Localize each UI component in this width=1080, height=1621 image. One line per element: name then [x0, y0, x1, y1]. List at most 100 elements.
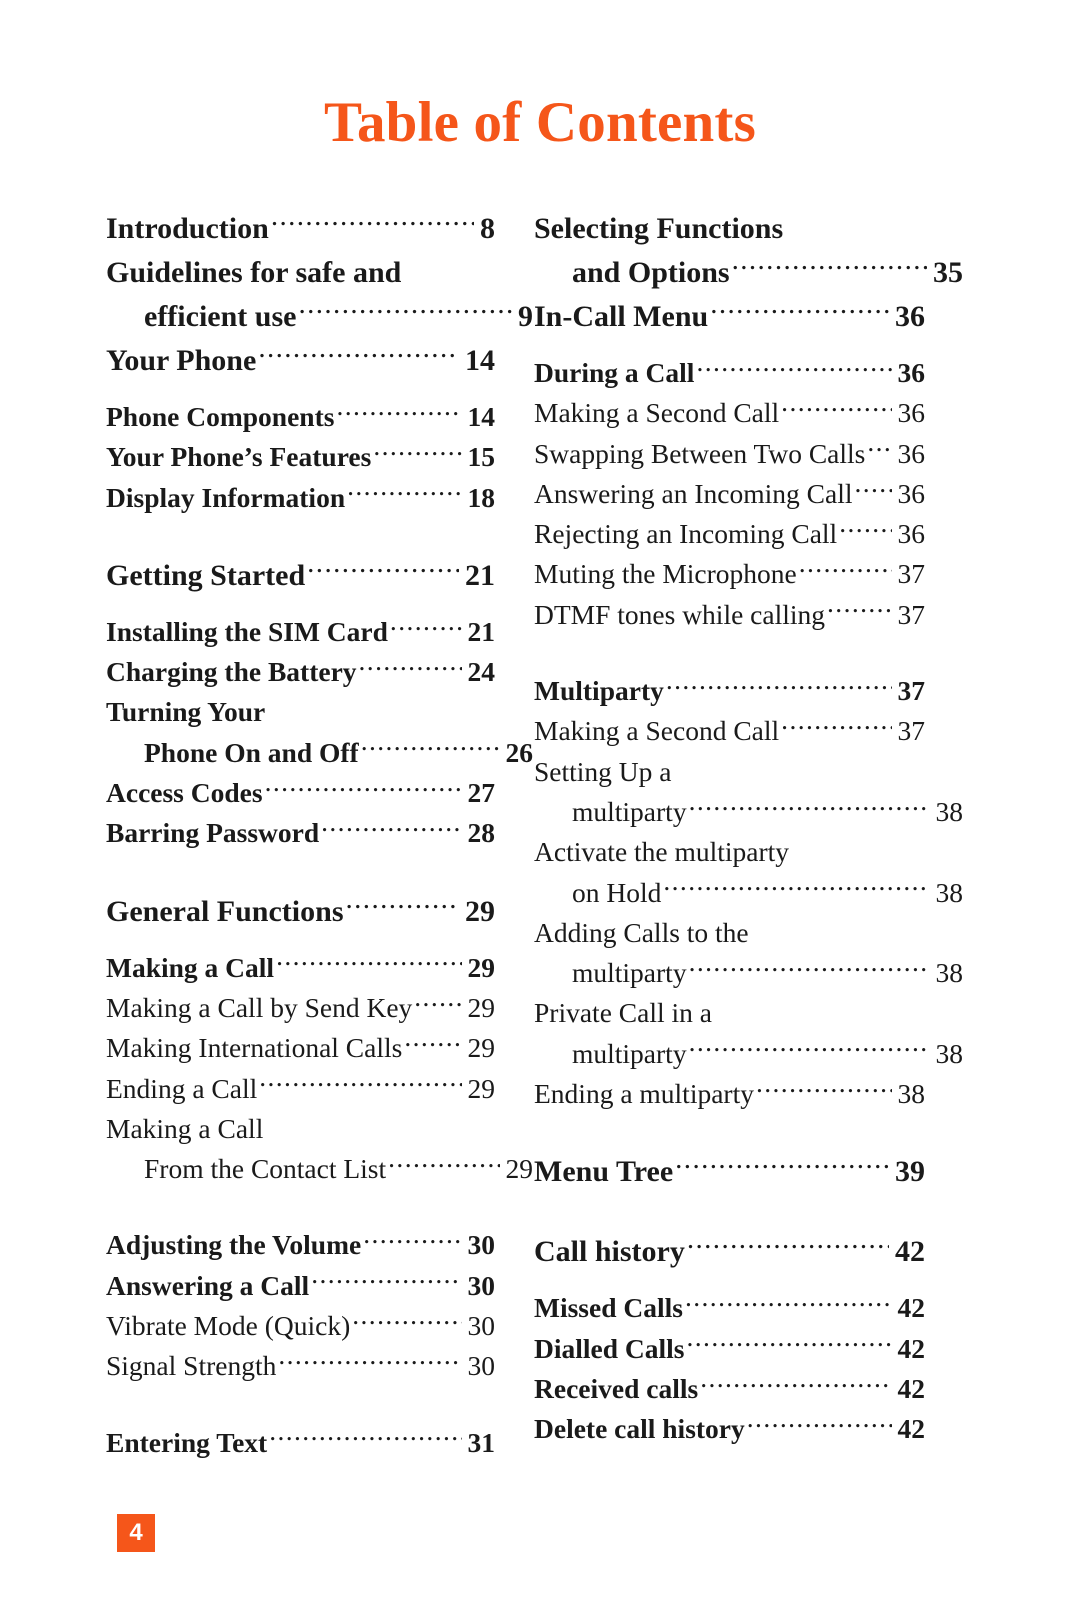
toc-entry[interactable]: Menu Tree 39 — [534, 1150, 925, 1194]
toc-leader-dots — [839, 516, 891, 544]
toc-entry-page-number: 36 — [897, 518, 926, 550]
toc-entry[interactable]: Making a Call by Send Key 29 — [106, 988, 495, 1028]
toc-entry-label: Adjusting the Volume — [106, 1229, 362, 1261]
toc-entry[interactable]: Muting the Microphone 37 — [534, 554, 925, 594]
toc-entry-label: Entering Text — [106, 1426, 268, 1458]
toc-entry[interactable]: Phone Components 14 — [106, 397, 495, 437]
toc-entry[interactable]: Received calls 42 — [534, 1369, 925, 1409]
toc-entry[interactable]: General Functions 29 — [106, 890, 495, 934]
toc-entry[interactable]: Delete call history 42 — [534, 1409, 925, 1449]
toc-entry[interactable]: multiparty 38 — [534, 953, 963, 993]
toc-entry[interactable]: Answering an Incoming Call 36 — [534, 474, 925, 514]
toc-entry-label: multiparty — [572, 795, 687, 827]
toc-entry[interactable]: efficient use9 — [106, 295, 533, 339]
toc-entry[interactable]: Entering Text 31 — [106, 1423, 495, 1463]
toc-entry[interactable]: Answering a Call 30 — [106, 1266, 495, 1306]
toc-entry-label: Making International Calls — [106, 1032, 403, 1064]
toc-leader-dots — [687, 1330, 892, 1358]
toc-entry-label: efficient use — [144, 300, 297, 333]
toc-entry[interactable]: Making a Second Call 37 — [534, 711, 925, 751]
toc-entry[interactable]: Charging the Battery 24 — [106, 652, 495, 692]
toc-entry-label: Activate the multiparty — [534, 836, 790, 868]
toc-entry[interactable]: Adding Calls to the — [534, 913, 925, 953]
toc-entry-label: Ending a multiparty — [534, 1078, 754, 1110]
toc-entry[interactable]: Display Information 18 — [106, 478, 495, 518]
toc-entry-label: Setting Up a — [534, 755, 672, 787]
toc-entry[interactable]: on Hold 38 — [534, 873, 963, 913]
toc-entry[interactable]: Dialled Calls 42 — [534, 1329, 925, 1369]
toc-entry-label: Making a Second Call — [534, 715, 780, 747]
toc-entry-label: Answering a Call — [106, 1269, 310, 1301]
toc-entry[interactable]: Selecting Functions — [534, 207, 925, 251]
toc-leader-dots — [781, 713, 891, 741]
toc-entry-page-number: 42 — [897, 1292, 926, 1324]
toc-entry[interactable]: Barring Password 28 — [106, 813, 495, 853]
toc-entry-page-number: 36 — [897, 437, 926, 469]
toc-entry-page-number: 39 — [895, 1155, 925, 1189]
toc-leader-dots — [663, 874, 929, 902]
toc-entry[interactable]: In-Call Menu 36 — [534, 295, 925, 339]
toc-entry[interactable]: Making a Call — [106, 1109, 495, 1149]
toc-entry[interactable]: Getting Started 21 — [106, 554, 495, 598]
toc-leader-dots — [265, 775, 462, 803]
toc-entry[interactable]: Private Call in a — [534, 993, 925, 1033]
toc-entry[interactable]: Signal Strength 30 — [106, 1346, 495, 1386]
toc-entry-label: Making a Call — [106, 1112, 264, 1144]
toc-entry-page-number: 36 — [897, 397, 926, 429]
toc-entry[interactable]: Activate the multiparty — [534, 832, 925, 872]
toc-entry[interactable]: From the Contact List29 — [106, 1149, 533, 1189]
toc-leader-dots — [689, 1035, 930, 1063]
toc-entry[interactable]: multiparty 38 — [534, 1034, 963, 1074]
toc-leader-dots — [352, 1308, 461, 1336]
toc-entry[interactable]: Call history 42 — [534, 1230, 925, 1274]
toc-entry[interactable]: Making International Calls 29 — [106, 1028, 495, 1068]
toc-entry-label: Installing the SIM Card — [106, 615, 388, 647]
toc-entry[interactable]: Ending a Call 29 — [106, 1069, 495, 1109]
toc-entry-page-number: 14 — [465, 344, 495, 377]
toc-entry[interactable]: Access Codes 27 — [106, 773, 495, 813]
toc-entry[interactable]: Making a Call 29 — [106, 948, 495, 988]
toc-entry[interactable]: Your Phone’s Features 15 — [106, 437, 495, 477]
toc-leader-dots — [756, 1076, 892, 1104]
toc-entry[interactable]: Turning Your — [106, 692, 495, 732]
toc-entry-page-number: 14 — [467, 401, 496, 432]
toc-entry[interactable]: and Options 35 — [534, 251, 963, 295]
toc-entry[interactable]: Guidelines for safe and — [106, 251, 495, 295]
toc-entry[interactable]: Your Phone 14 — [106, 339, 495, 383]
toc-entry[interactable]: Ending a multiparty 38 — [534, 1074, 925, 1114]
toc-entry[interactable]: DTMF tones while calling 37 — [534, 595, 925, 635]
toc-entry[interactable]: Missed Calls 42 — [534, 1288, 925, 1328]
toc-entry[interactable]: Phone On and Off26 — [106, 733, 533, 773]
toc-column-right: Selecting Functionsand Options35In-Call … — [520, 207, 1080, 1450]
toc-entry-label: Guidelines for safe and — [106, 256, 402, 289]
toc-leader-dots — [827, 596, 891, 624]
toc-entry-page-number: 42 — [897, 1372, 926, 1404]
toc-entry[interactable]: Adjusting the Volume 30 — [106, 1225, 495, 1265]
toc-leader-dots — [867, 435, 891, 463]
toc-entry[interactable]: Installing the SIM Card 21 — [106, 612, 495, 652]
toc-entry[interactable]: Vibrate Mode (Quick) 30 — [106, 1306, 495, 1346]
toc-entry[interactable]: During a Call 36 — [534, 353, 925, 393]
toc-entry-label: Ending a Call — [106, 1072, 258, 1104]
toc-entry-page-number: 30 — [467, 1350, 496, 1382]
toc-leader-dots — [311, 1267, 461, 1295]
toc-entry-label: Introduction — [106, 212, 269, 245]
toc-entry-label: Multiparty — [534, 675, 664, 707]
toc-entry[interactable]: Making a Second Call 36 — [534, 393, 925, 433]
toc-entry[interactable]: Multiparty 37 — [534, 671, 925, 711]
toc-entry[interactable]: Introduction 8 — [106, 207, 495, 251]
toc-entry-label: General Functions — [106, 894, 344, 928]
toc-leader-dots — [404, 1030, 461, 1058]
toc-leader-dots — [347, 479, 461, 507]
toc-entry[interactable]: Setting Up a — [534, 752, 925, 792]
toc-entry-label: Dialled Calls — [534, 1332, 685, 1364]
toc-entry-page-number: 36 — [897, 477, 926, 509]
toc-entry[interactable]: multiparty 38 — [534, 792, 963, 832]
toc-entry[interactable]: Swapping Between Two Calls 36 — [534, 434, 925, 474]
toc-entry[interactable]: Rejecting an Incoming Call 36 — [534, 514, 925, 554]
